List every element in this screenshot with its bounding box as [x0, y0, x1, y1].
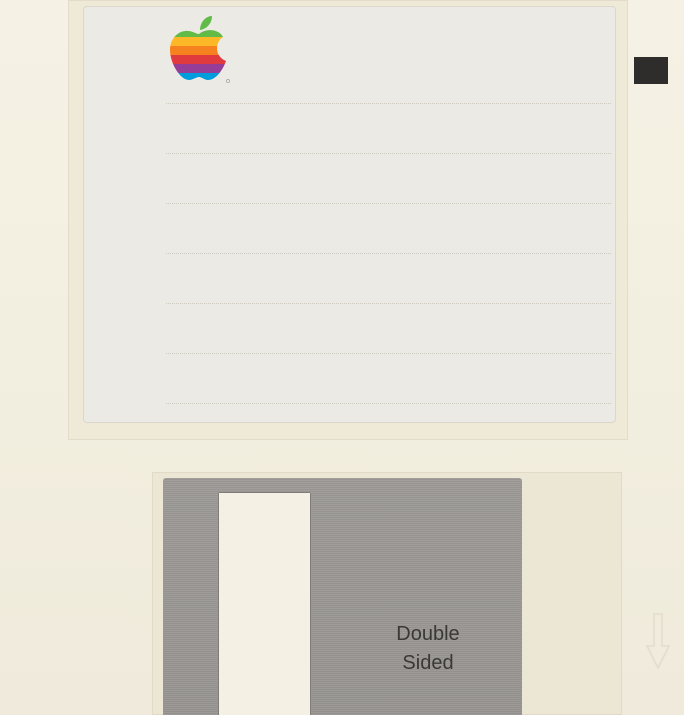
write-protect-hole: [634, 57, 668, 84]
insert-arrow-icon: [645, 613, 671, 670]
disk-label: [84, 7, 615, 422]
label-rule: [166, 103, 611, 104]
shutter-window: [219, 493, 310, 715]
label-rule: [166, 353, 611, 354]
label-rule: [166, 253, 611, 254]
label-rule: [166, 153, 611, 154]
label-rule: [166, 303, 611, 304]
label-rule: [166, 403, 611, 404]
floppy-disk: Double Sided: [0, 0, 684, 715]
shutter-text-line-1: Double: [396, 623, 460, 645]
apple-logo-icon: [170, 16, 230, 83]
label-rule: [166, 203, 611, 204]
shutter-text: Double Sided: [363, 620, 493, 678]
shutter-text-line-2: Sided: [402, 652, 454, 674]
metal-shutter[interactable]: Double Sided: [163, 478, 522, 715]
